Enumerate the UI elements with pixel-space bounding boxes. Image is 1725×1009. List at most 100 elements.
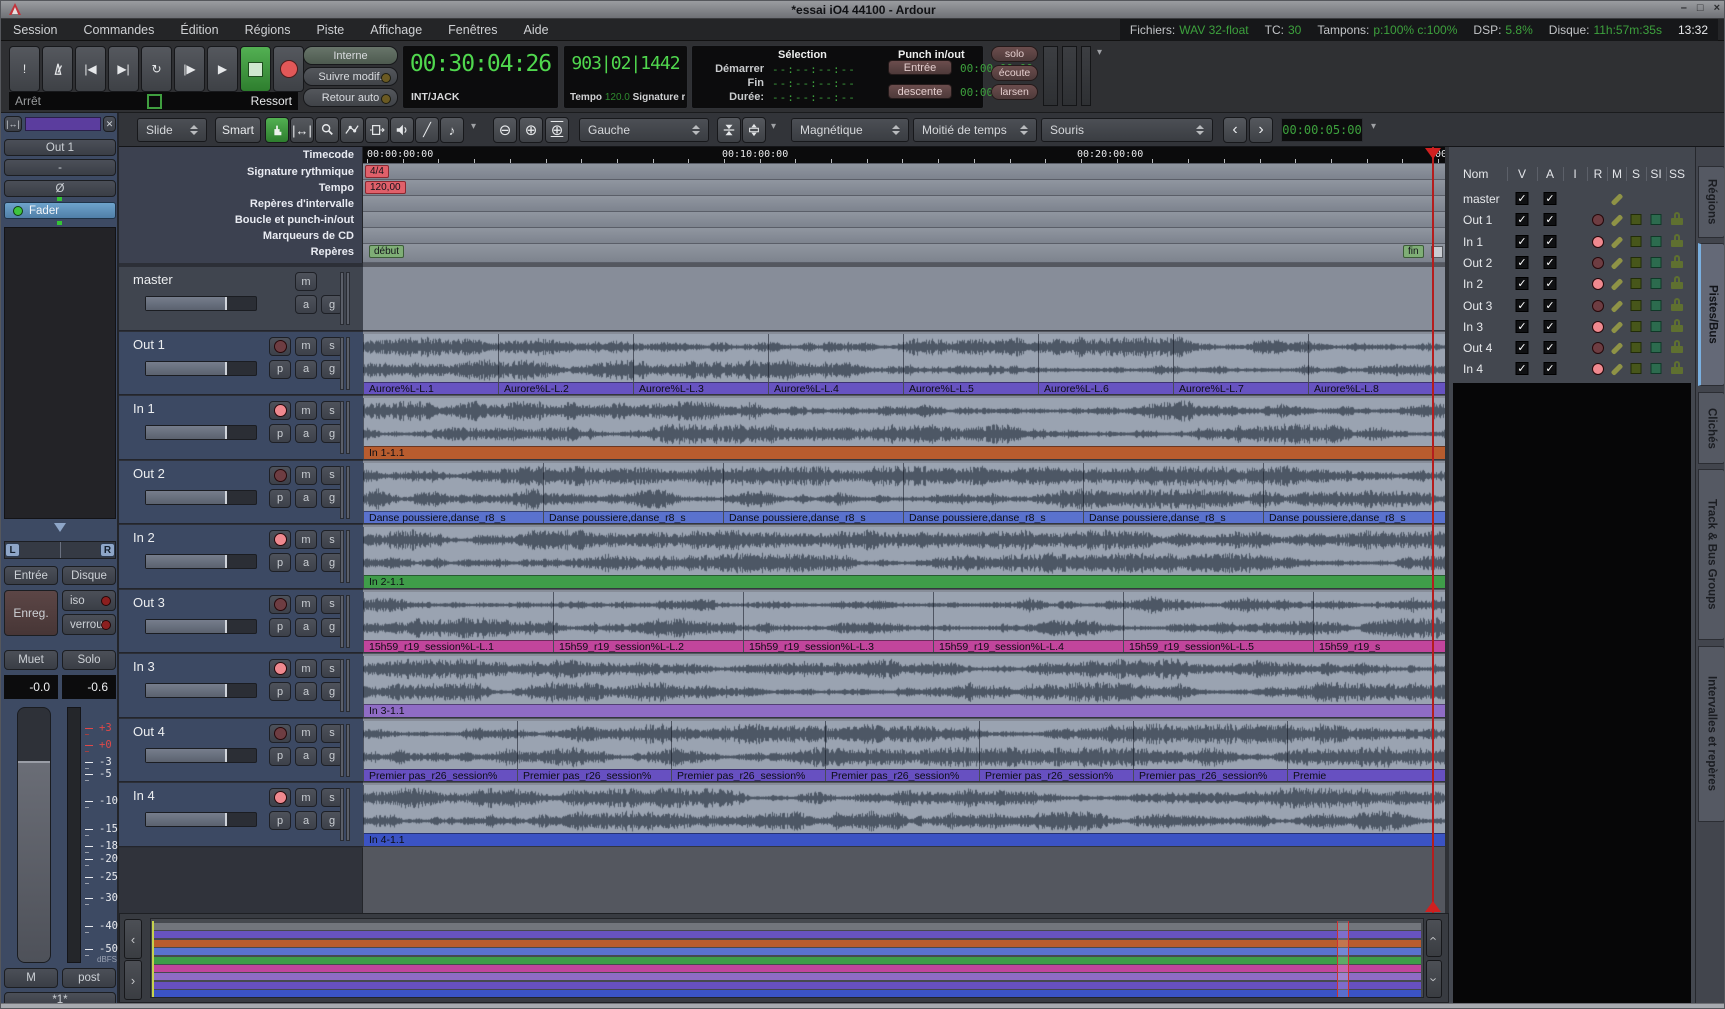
summary-track-bars[interactable] xyxy=(150,918,1424,998)
header-grip[interactable] xyxy=(340,595,344,648)
disk-button[interactable]: Disque xyxy=(62,566,116,585)
écoute-button[interactable]: écoute xyxy=(991,65,1038,81)
input-button[interactable]: Entrée xyxy=(4,566,58,585)
track-header-out-4[interactable]: Out 4mspag xyxy=(119,719,363,783)
mini-fader[interactable] xyxy=(1043,46,1058,106)
mute-button[interactable]: m xyxy=(295,466,317,485)
panel-row-in-2[interactable]: In 2✓✓ xyxy=(1449,274,1695,295)
mute-state-icon[interactable] xyxy=(1611,278,1624,291)
active-checkbox[interactable]: ✓ xyxy=(1544,235,1557,248)
mute-button[interactable]: m xyxy=(295,788,317,807)
audio-region[interactable]: 15h59_r19_session%L-L.1 xyxy=(363,592,553,653)
loop-button[interactable]: ↻ xyxy=(141,46,172,92)
record-button[interactable] xyxy=(273,46,304,92)
mini-fader[interactable] xyxy=(1062,46,1077,106)
track-header-in-3[interactable]: In 3mspag xyxy=(119,654,363,718)
audio-region[interactable]: Danse poussiere,danse_r8_s xyxy=(723,463,903,524)
playhead-line[interactable] xyxy=(1432,147,1434,913)
panel-row-out-3[interactable]: Out 3✓✓ xyxy=(1449,296,1695,317)
strip-name-button[interactable]: Out 1 xyxy=(4,139,116,156)
close-button[interactable]: × xyxy=(1714,2,1720,14)
visible-checkbox[interactable]: ✓ xyxy=(1516,277,1529,290)
meter-point-button[interactable]: post xyxy=(62,968,116,988)
header-grip[interactable] xyxy=(346,530,350,583)
selection-row-value[interactable]: --:--:--:-- xyxy=(772,77,856,90)
audio-region[interactable]: Aurore%L-L.5 xyxy=(903,334,1038,395)
record-arm-button[interactable] xyxy=(269,659,291,678)
ruler-row-6[interactable]: débutfin xyxy=(363,244,1445,263)
track-header-out-1[interactable]: Out 1mspag xyxy=(119,332,363,396)
solo-iso-state-icon[interactable] xyxy=(1651,257,1662,268)
audio-region[interactable]: Danse poussiere,danse_r8_s xyxy=(1263,463,1445,524)
panel-row-out-4[interactable]: Out 4✓✓ xyxy=(1449,338,1695,359)
playlist-button[interactable]: p xyxy=(269,618,291,637)
audio-region[interactable]: Aurore%L-L.7 xyxy=(1173,334,1308,395)
audio-region[interactable]: Premier pas_r26_session% xyxy=(1133,721,1287,782)
ruler-row-2[interactable]: 120,00 xyxy=(363,180,1445,196)
primary-clock[interactable]: 00:30:04:26 INT/JACK xyxy=(402,45,559,109)
solo-state-icon[interactable] xyxy=(1631,363,1642,374)
header-grip[interactable] xyxy=(340,788,344,841)
header-grip[interactable] xyxy=(346,724,350,777)
fader-processor-entry[interactable]: Fader xyxy=(4,202,116,219)
header-grip[interactable] xyxy=(340,272,344,325)
panel-row-name[interactable]: master xyxy=(1463,192,1500,206)
panel-row-in-1[interactable]: In 1✓✓ xyxy=(1449,232,1695,253)
playhead-bottom-marker[interactable] xyxy=(1425,901,1441,912)
transport-checkbox[interactable] xyxy=(147,94,162,109)
solo-lock-icon[interactable] xyxy=(1671,234,1683,247)
solo-iso-state-icon[interactable] xyxy=(1651,214,1662,225)
stop-button[interactable] xyxy=(240,46,271,92)
secondary-clock-time[interactable]: 903|02|1442 xyxy=(564,53,687,74)
solo-button[interactable]: solo xyxy=(991,46,1038,62)
audio-region[interactable]: Danse poussiere,danse_r8_s xyxy=(543,463,723,524)
header-grip[interactable] xyxy=(346,466,350,519)
smart-mode-button[interactable]: Smart xyxy=(215,117,261,143)
track-name[interactable]: Out 3 xyxy=(133,595,165,610)
track-header-out-2[interactable]: Out 2mspag xyxy=(119,461,363,525)
mute-state-icon[interactable] xyxy=(1611,236,1624,249)
track-name[interactable]: In 2 xyxy=(133,530,155,545)
tool-cut-button[interactable]: ╱ xyxy=(415,117,439,143)
active-checkbox[interactable]: ✓ xyxy=(1544,192,1557,205)
panel-row-name[interactable]: Out 3 xyxy=(1463,299,1492,313)
aux-button-2[interactable]: Retour auto xyxy=(303,88,398,107)
mini-fader[interactable] xyxy=(1081,46,1091,106)
gain-fader[interactable] xyxy=(17,707,51,963)
audio-region[interactable]: Premier pas_r26_session% xyxy=(363,721,517,782)
gain-fader-handle[interactable] xyxy=(18,761,50,962)
panel-row-out-2[interactable]: Out 2✓✓ xyxy=(1449,253,1695,274)
metronome-button[interactable] xyxy=(42,46,73,92)
tool-zoom-button[interactable] xyxy=(315,117,339,143)
active-checkbox[interactable]: ✓ xyxy=(1544,362,1557,375)
selection-row-value[interactable]: --:--:--:-- xyxy=(772,91,856,104)
grid-select[interactable]: Moitié de temps xyxy=(913,118,1037,142)
zoom-in-button[interactable]: ⊕ xyxy=(519,117,543,143)
go-end-button[interactable]: ▶| xyxy=(108,46,139,92)
go-start-button[interactable]: |◀ xyxy=(75,46,106,92)
audio-region[interactable]: 15h59_r19_session%L-L.3 xyxy=(743,592,933,653)
record-arm-button[interactable] xyxy=(269,401,291,420)
minimize-button[interactable]: – xyxy=(1681,2,1687,14)
nav-next-button[interactable]: › xyxy=(1249,117,1273,143)
playlist-button[interactable]: p xyxy=(269,811,291,830)
visible-checkbox[interactable]: ✓ xyxy=(1516,341,1529,354)
tab-pistes-bus[interactable]: Pistes/Bus xyxy=(1698,243,1725,386)
pan-right-button[interactable]: R xyxy=(100,543,115,557)
tool-audition-button[interactable] xyxy=(390,117,414,143)
ruler-row-1[interactable]: 4/4 xyxy=(363,164,1445,180)
aux-button-1[interactable]: Suivre modif. xyxy=(303,67,398,86)
menu-item-session[interactable]: Session xyxy=(13,23,57,37)
panel-row-master[interactable]: master✓✓ xyxy=(1449,189,1695,210)
audio-region[interactable]: Aurore%L-L.1 xyxy=(363,334,498,395)
track-name[interactable]: Out 2 xyxy=(133,466,165,481)
ruler-row-4[interactable] xyxy=(363,212,1445,228)
panel-row-in-4[interactable]: In 4✓✓ xyxy=(1449,359,1695,380)
play-range-button[interactable]: |▶ xyxy=(174,46,205,92)
primary-clock-time[interactable]: 00:30:04:26 xyxy=(403,51,558,77)
solo-state-icon[interactable] xyxy=(1631,321,1642,332)
audio-region[interactable]: Premier pas_r26_session% xyxy=(517,721,671,782)
strip-output-button[interactable]: - xyxy=(4,159,116,176)
track-gain-fader[interactable] xyxy=(145,490,257,505)
visible-checkbox[interactable]: ✓ xyxy=(1516,235,1529,248)
